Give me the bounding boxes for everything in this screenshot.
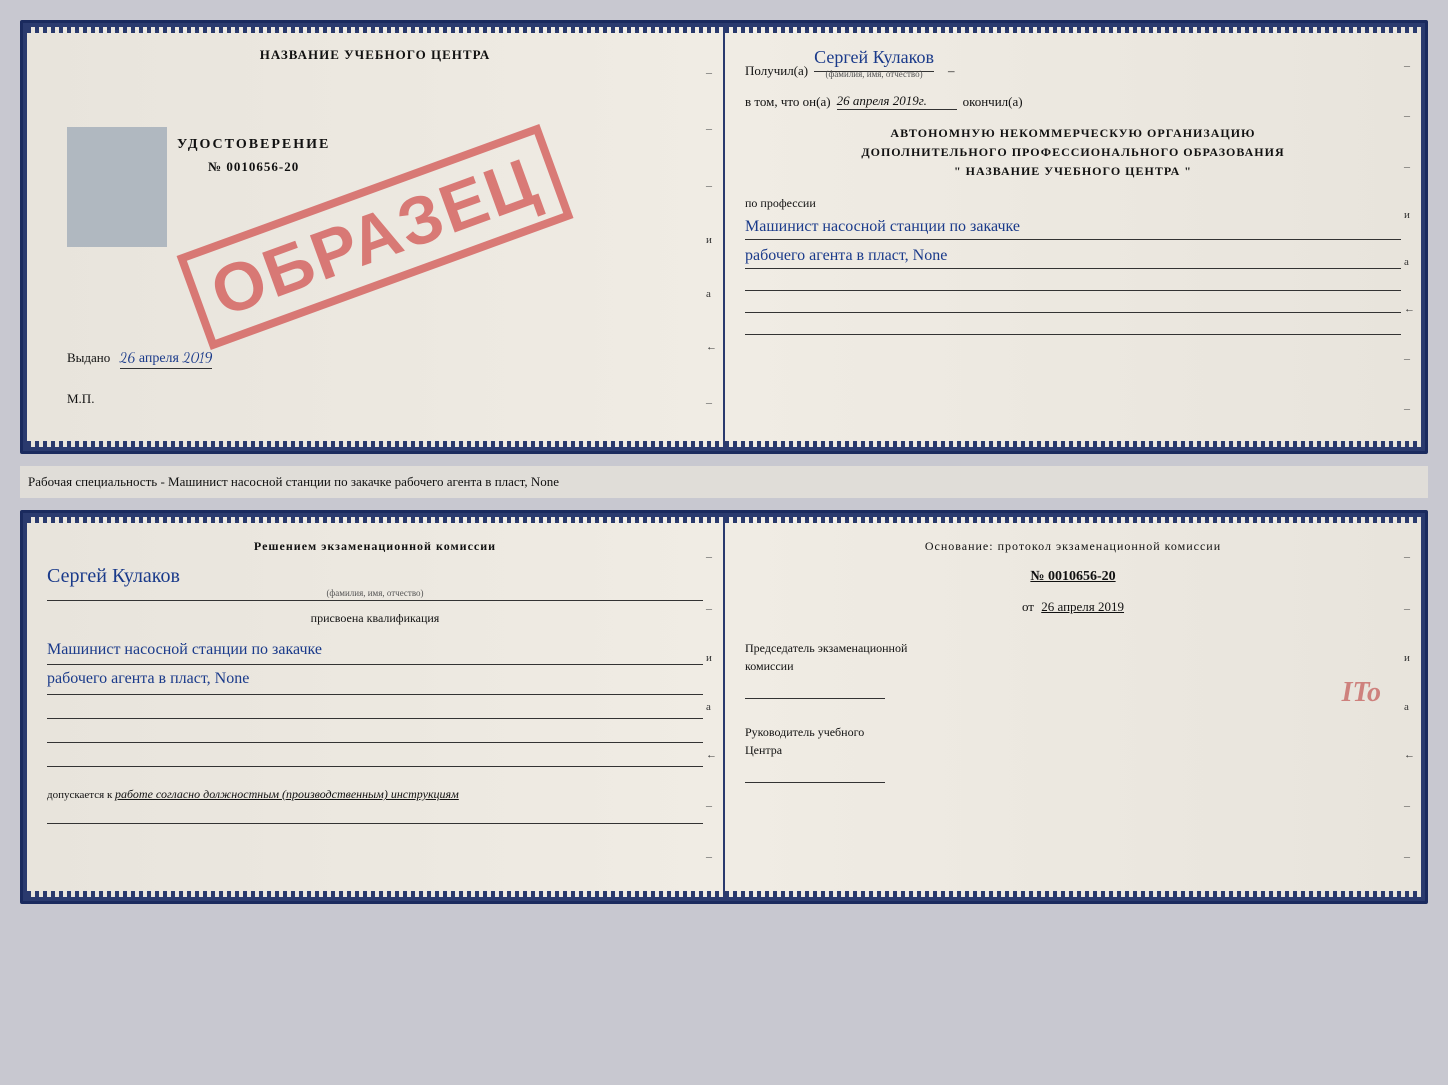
dash-mark-3: – bbox=[706, 178, 717, 193]
side-right-marks-r: – – – и а ← – – bbox=[1404, 27, 1415, 447]
org-line1: АВТОНОМНУЮ НЕКОММЕРЧЕСКУЮ ОРГАНИЗАЦИЮ bbox=[745, 124, 1401, 143]
org-block: АВТОНОМНУЮ НЕКОММЕРЧЕСКУЮ ОРГАНИЗАЦИЮ ДО… bbox=[745, 124, 1401, 182]
bl-dash3: – bbox=[706, 798, 717, 813]
bl-dash4: – bbox=[706, 849, 717, 864]
person-name-sub: (фамилия, имя, отчество) bbox=[47, 588, 703, 598]
okonchil-label: окончил(а) bbox=[963, 94, 1023, 110]
predsedatel-label1: Председатель экзаменационной bbox=[745, 639, 1401, 657]
photo-placeholder bbox=[67, 127, 167, 247]
vydano-line: Выдано 26 апреля 2019 bbox=[67, 349, 212, 367]
vydano-date: 26 апреля 2019 bbox=[120, 349, 213, 369]
prisvoena-label: присвоена квалификация bbox=[47, 611, 703, 626]
protocol-date-value: 26 апреля 2019 bbox=[1041, 599, 1124, 614]
br-arrow: ← bbox=[1404, 749, 1415, 761]
dash-mark-4: – bbox=[706, 395, 717, 410]
udostoverenie-block: УДОСТОВЕРЕНИЕ № 0010656-20 bbox=[177, 137, 330, 175]
dash-mark-2: – bbox=[706, 121, 717, 136]
person-name: Сергей Кулаков bbox=[47, 565, 180, 587]
po-professii-label: по профессии bbox=[745, 196, 1401, 211]
bottom-left-side-marks: – – и а ← – – bbox=[706, 517, 717, 897]
vtom-line: в том, что он(а) 26 апреля 2019г. окончи… bbox=[745, 93, 1401, 110]
top-right-page: Получил(а) Сергей Кулаков (фамилия, имя,… bbox=[725, 27, 1421, 447]
vert-text-arrow: ← bbox=[706, 341, 717, 353]
vydano-label: Выдано bbox=[67, 350, 110, 365]
vert-text-i: и bbox=[706, 234, 717, 246]
name-sub-top: (фамилия, имя, отчество) bbox=[814, 69, 934, 79]
dopuskaetsya-block: допускается к работе согласно должностны… bbox=[47, 787, 703, 824]
vert-text-ri: и bbox=[1404, 209, 1415, 221]
dash-mark-r3: – bbox=[1404, 159, 1415, 174]
top-document-spread: НАЗВАНИЕ УЧЕБНОГО ЦЕНТРА УДОСТОВЕРЕНИЕ №… bbox=[20, 20, 1428, 454]
vert-text-ra: а bbox=[1404, 256, 1415, 268]
bl-dash1: – bbox=[706, 549, 717, 564]
rukovoditel-label1: Руководитель учебного bbox=[745, 723, 1401, 741]
predsedatel-signature-line bbox=[745, 679, 885, 699]
bottom-right-side-marks: – – и а ← – – bbox=[1404, 517, 1415, 897]
bottom-left-content: Решением экзаменационной комиссии Сергей… bbox=[47, 537, 703, 825]
profession-block: по профессии Машинист насосной станции п… bbox=[745, 196, 1401, 335]
side-right-marks: – – – и а ← – bbox=[706, 27, 717, 447]
vert-text-a: а bbox=[706, 288, 717, 300]
person-name-block: Сергей Кулаков (фамилия, имя, отчество) bbox=[47, 565, 703, 601]
rukovoditel-label2: Центра bbox=[745, 741, 1401, 759]
qualification-block: Машинист насосной станции по закачке раб… bbox=[47, 636, 703, 768]
udostoverenie-title: УДОСТОВЕРЕНИЕ bbox=[177, 137, 330, 153]
bottom-left-page: Решением экзаменационной комиссии Сергей… bbox=[27, 517, 725, 897]
poluchil-line: Получил(а) Сергей Кулаков (фамилия, имя,… bbox=[745, 47, 1401, 79]
bottom-right-content: Основание: протокол экзаменационной коми… bbox=[745, 537, 1401, 783]
protocol-number: № 0010656-20 bbox=[745, 569, 1401, 585]
reshenie-text: Решением экзаменационной комиссии bbox=[47, 537, 703, 555]
br-dash1: – bbox=[1404, 549, 1415, 564]
bl-dash2: – bbox=[706, 601, 717, 616]
vtom-label: в том, что он(а) bbox=[745, 94, 831, 110]
protocol-date-label: от bbox=[1022, 599, 1034, 614]
center-title: НАЗВАНИЕ УЧЕБНОГО ЦЕНТРА bbox=[260, 47, 491, 63]
dash-separator: – bbox=[948, 63, 955, 79]
right-page-content: Получил(а) Сергей Кулаков (фамилия, имя,… bbox=[745, 47, 1401, 335]
qualif-line2: рабочего агента в пласт, None bbox=[47, 665, 703, 695]
br-dash3: – bbox=[1404, 798, 1415, 813]
dopuskaetsya-text: работе согласно должностным (производств… bbox=[115, 787, 459, 801]
protocol-date: от 26 апреля 2019 bbox=[745, 599, 1401, 615]
mp-line: М.П. bbox=[67, 391, 94, 407]
dash-mark-r1: – bbox=[1404, 58, 1415, 73]
org-line2: ДОПОЛНИТЕЛЬНОГО ПРОФЕССИОНАЛЬНОГО ОБРАЗО… bbox=[745, 143, 1401, 162]
below-text-block: Рабочая специальность - Машинист насосно… bbox=[20, 466, 1428, 498]
br-i: и bbox=[1404, 652, 1415, 664]
rukovoditel-signature-line bbox=[745, 763, 885, 783]
dopuskaetsya-label: допускается к bbox=[47, 789, 112, 801]
dash-mark-1: – bbox=[706, 65, 717, 80]
left-page-content: НАЗВАНИЕ УЧЕБНОГО ЦЕНТРА УДОСТОВЕРЕНИЕ №… bbox=[47, 47, 703, 427]
bottom-document-spread: Решением экзаменационной комиссии Сергей… bbox=[20, 510, 1428, 904]
below-text: Рабочая специальность - Машинист насосно… bbox=[28, 474, 559, 489]
bl-arrow: ← bbox=[706, 749, 717, 761]
org-line3: " НАЗВАНИЕ УЧЕБНОГО ЦЕНТРА " bbox=[745, 162, 1401, 181]
predsedatel-label2: комиссии bbox=[745, 657, 1401, 675]
bl-a: а bbox=[706, 701, 717, 713]
top-left-page: НАЗВАНИЕ УЧЕБНОГО ЦЕНТРА УДОСТОВЕРЕНИЕ №… bbox=[27, 27, 725, 447]
bl-i: и bbox=[706, 652, 717, 664]
poluchil-label: Получил(а) bbox=[745, 63, 808, 79]
recipient-name-wrapper: Сергей Кулаков (фамилия, имя, отчество) bbox=[814, 47, 934, 79]
udostoverenie-number: № 0010656-20 bbox=[177, 159, 330, 175]
vtom-date: 26 апреля 2019г. bbox=[837, 93, 957, 110]
br-a: а bbox=[1404, 701, 1415, 713]
ito-mark: ITo bbox=[1342, 677, 1381, 709]
vert-text-rarrow: ← bbox=[1404, 303, 1415, 315]
bottom-right-page: Основание: протокол экзаменационной коми… bbox=[725, 517, 1421, 897]
osnovanie-label: Основание: протокол экзаменационной коми… bbox=[745, 537, 1401, 555]
dash-mark-r2: – bbox=[1404, 108, 1415, 123]
profession-line1: Машинист насосной станции по закачке bbox=[745, 215, 1401, 240]
profession-line2: рабочего агента в пласт, None bbox=[745, 244, 1401, 269]
br-dash2: – bbox=[1404, 601, 1415, 616]
dash-mark-r4: – bbox=[1404, 351, 1415, 366]
dash-mark-r5: – bbox=[1404, 401, 1415, 416]
predsedatel-block: Председатель экзаменационной комиссии bbox=[745, 639, 1401, 699]
rukovoditel-block: Руководитель учебного Центра bbox=[745, 723, 1401, 783]
br-dash4: – bbox=[1404, 849, 1415, 864]
qualif-line1: Машинист насосной станции по закачке bbox=[47, 636, 703, 666]
